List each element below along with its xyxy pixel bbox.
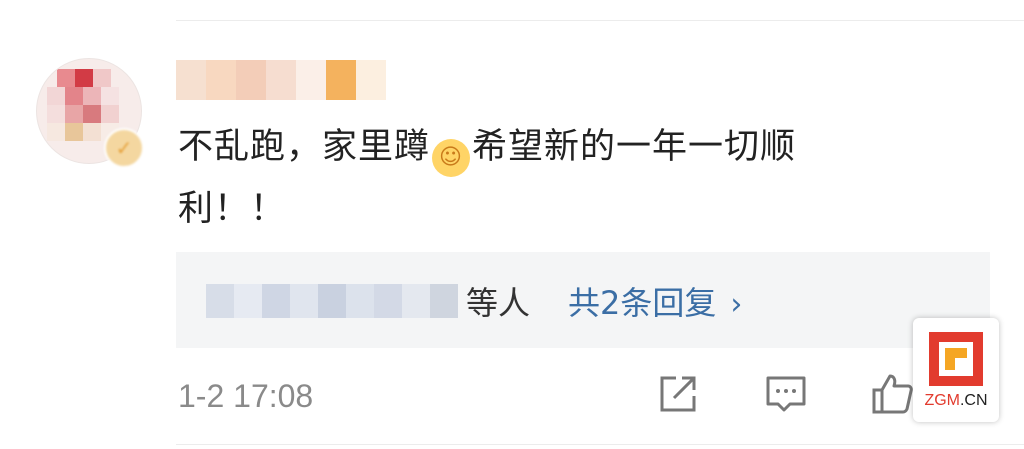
comment-text-part3: 利！！: [178, 189, 287, 229]
chevron-right-icon: ›: [730, 287, 743, 322]
view-replies-link[interactable]: 共2条回复 ›: [568, 278, 742, 324]
zgm-logo-icon: [929, 332, 983, 386]
watermark-text: ZGM.CN: [913, 392, 999, 410]
share-icon: [660, 376, 696, 412]
comment-text: 不乱跑，家里蹲 ☺ 希望新的一年一切顺 利！！: [178, 116, 938, 240]
top-divider: [176, 20, 1024, 21]
bottom-divider: [176, 444, 1024, 445]
comment-button[interactable]: [764, 372, 808, 416]
comment-icon: [766, 376, 806, 412]
share-button[interactable]: [656, 372, 700, 416]
view-replies-label: 共2条回复: [568, 284, 717, 322]
comment-text-part1: 不乱跑，家里蹲: [178, 127, 431, 167]
replies-suffix: 等人: [466, 284, 531, 322]
comment-text-part2: 希望新的一年一切顺: [472, 127, 797, 167]
like-icon: [872, 374, 913, 414]
username-blurred[interactable]: [176, 60, 386, 100]
smiling-hug-emoji-icon: ☺: [432, 139, 471, 177]
watermark-brand: ZGM: [924, 392, 960, 409]
replier-names-blurred: [206, 284, 458, 318]
zgm-watermark: ZGM.CN: [913, 318, 999, 422]
verified-badge-icon: ✓: [104, 128, 144, 168]
timestamp: 1-2 17:08: [178, 378, 314, 414]
like-button[interactable]: [870, 372, 914, 416]
replies-preview[interactable]: 等人 共2条回复 ›: [176, 252, 990, 348]
watermark-suffix: .CN: [959, 392, 988, 409]
